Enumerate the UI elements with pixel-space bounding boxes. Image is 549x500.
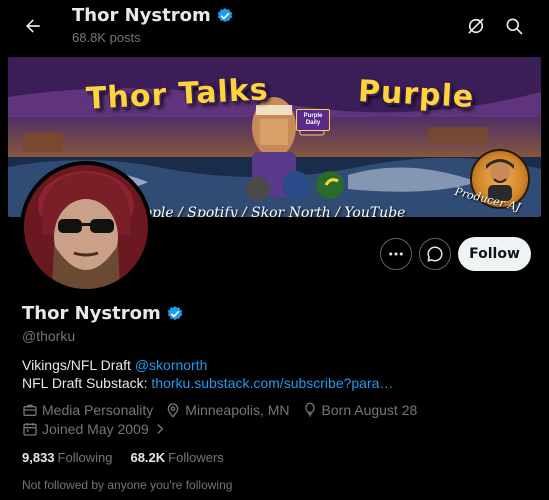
banner-tagline: pple / Spotify / Skor North / YouTube bbox=[143, 205, 406, 217]
bio-line-2: NFL Draft Substack: thorku.substack.com/… bbox=[22, 374, 532, 392]
location-item: Minneapolis, MN bbox=[165, 402, 290, 418]
banner-badge: Purple Daily bbox=[296, 109, 330, 131]
followers-stat[interactable]: 68.2K Followers bbox=[130, 450, 223, 465]
follow-button[interactable]: Follow bbox=[458, 237, 531, 271]
bio-text-1: Vikings/NFL Draft bbox=[22, 357, 135, 373]
following-count: 9,833 bbox=[22, 450, 55, 465]
avatar-photo bbox=[24, 165, 148, 289]
message-icon bbox=[427, 246, 443, 262]
follow-stats: 9,833 Following 68.2K Followers bbox=[22, 450, 242, 465]
substack-link[interactable]: thorku.substack.com/subscribe?para… bbox=[151, 375, 393, 391]
following-label: Following bbox=[57, 450, 113, 465]
followers-count: 68.2K bbox=[130, 450, 166, 465]
back-button[interactable] bbox=[16, 9, 50, 43]
following-stat[interactable]: 9,833 Following bbox=[22, 450, 112, 465]
followers-label: Followers bbox=[168, 450, 224, 465]
message-button[interactable] bbox=[419, 238, 451, 270]
location-pin-icon bbox=[167, 403, 179, 418]
avatar[interactable] bbox=[20, 161, 152, 293]
calendar-icon bbox=[23, 423, 37, 436]
search-button[interactable] bbox=[497, 9, 531, 43]
profile-name-row: Thor Nystrom bbox=[22, 303, 184, 324]
grok-icon bbox=[468, 18, 484, 34]
more-options-button[interactable] bbox=[380, 238, 412, 270]
post-count: 68.8K posts bbox=[72, 30, 141, 45]
birthday-item: Born August 28 bbox=[302, 402, 418, 418]
joined-text: Joined May 2009 bbox=[42, 421, 149, 437]
header-name: Thor Nystrom bbox=[72, 5, 211, 26]
grok-button[interactable] bbox=[459, 9, 493, 43]
verified-badge-icon[interactable] bbox=[166, 305, 184, 323]
back-arrow-icon bbox=[26, 19, 40, 33]
balloon-icon bbox=[304, 402, 315, 417]
mention-link[interactable]: @skornorth bbox=[135, 357, 208, 373]
banner-title-right: Purple bbox=[357, 73, 476, 116]
bio-text-2: NFL Draft Substack: bbox=[22, 375, 152, 391]
chevron-right-icon bbox=[157, 424, 163, 434]
bio-line-1: Vikings/NFL Draft @skornorth bbox=[22, 356, 532, 374]
more-dots-icon bbox=[389, 252, 403, 256]
briefcase-icon bbox=[23, 404, 37, 416]
category-item: Media Personality bbox=[22, 402, 153, 418]
profile-handle: @thorku bbox=[22, 328, 76, 344]
banner-badge-text: Purple Daily bbox=[303, 113, 323, 126]
profile-bio: Vikings/NFL Draft @skornorth NFL Draft S… bbox=[22, 356, 532, 392]
top-bar: Thor Nystrom 68.8K posts bbox=[0, 0, 549, 53]
joined-item[interactable]: Joined May 2009 bbox=[22, 421, 167, 437]
followed-by-note: Not followed by anyone you're following bbox=[22, 478, 233, 492]
birthday-text: Born August 28 bbox=[321, 402, 418, 418]
verified-badge-icon bbox=[217, 7, 232, 22]
joined-row[interactable]: Joined May 2009 bbox=[22, 421, 179, 437]
profile-name: Thor Nystrom bbox=[22, 303, 161, 324]
location-text: Minneapolis, MN bbox=[185, 402, 290, 418]
category-text: Media Personality bbox=[42, 402, 154, 418]
search-icon bbox=[506, 18, 523, 35]
profile-meta-row: Media Personality Minneapolis, MN Born A… bbox=[22, 402, 429, 418]
header-title-row: Thor Nystrom bbox=[72, 5, 234, 26]
